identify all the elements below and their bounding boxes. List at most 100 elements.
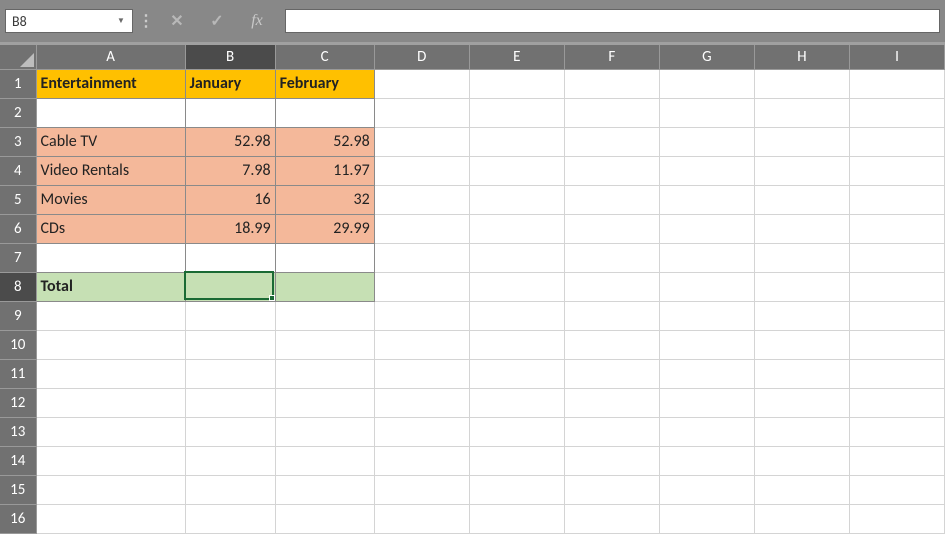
cell-G11[interactable]: [659, 359, 754, 388]
row-header-10[interactable]: 10: [0, 330, 36, 359]
cell-A10[interactable]: [36, 330, 185, 359]
cell-C6[interactable]: 29.99: [275, 214, 374, 243]
cell-C13[interactable]: [275, 417, 374, 446]
cell-H10[interactable]: [754, 330, 849, 359]
cell-H14[interactable]: [754, 446, 849, 475]
row-header-6[interactable]: 6: [0, 214, 36, 243]
cell-F12[interactable]: [564, 388, 659, 417]
cell-I10[interactable]: [849, 330, 944, 359]
cell-D1[interactable]: [374, 69, 469, 98]
cell-F13[interactable]: [564, 417, 659, 446]
row-header-3[interactable]: 3: [0, 127, 36, 156]
col-header-E[interactable]: E: [469, 45, 564, 69]
col-header-F[interactable]: F: [564, 45, 659, 69]
cell-D14[interactable]: [374, 446, 469, 475]
cell-G7[interactable]: [659, 243, 754, 272]
cell-I5[interactable]: [849, 185, 944, 214]
cell-E5[interactable]: [469, 185, 564, 214]
cell-B9[interactable]: [185, 301, 275, 330]
cell-B14[interactable]: [185, 446, 275, 475]
cell-I2[interactable]: [849, 98, 944, 127]
cell-E3[interactable]: [469, 127, 564, 156]
col-header-H[interactable]: H: [754, 45, 849, 69]
cell-G6[interactable]: [659, 214, 754, 243]
cell-H11[interactable]: [754, 359, 849, 388]
cell-C1[interactable]: February: [275, 69, 374, 98]
cell-F7[interactable]: [564, 243, 659, 272]
cell-D15[interactable]: [374, 475, 469, 504]
cell-H3[interactable]: [754, 127, 849, 156]
cell-B6[interactable]: 18.99: [185, 214, 275, 243]
cell-G3[interactable]: [659, 127, 754, 156]
cell-H8[interactable]: [754, 272, 849, 301]
cell-A9[interactable]: [36, 301, 185, 330]
col-header-D[interactable]: D: [374, 45, 469, 69]
cell-F1[interactable]: [564, 69, 659, 98]
cell-C14[interactable]: [275, 446, 374, 475]
cell-H6[interactable]: [754, 214, 849, 243]
cell-B1[interactable]: January: [185, 69, 275, 98]
cell-I1[interactable]: [849, 69, 944, 98]
cell-D16[interactable]: [374, 504, 469, 533]
col-header-A[interactable]: A: [36, 45, 185, 69]
cell-C2[interactable]: [275, 98, 374, 127]
name-box[interactable]: B8 ▼: [5, 9, 133, 33]
col-header-C[interactable]: C: [275, 45, 374, 69]
cell-G1[interactable]: [659, 69, 754, 98]
cell-C4[interactable]: 11.97: [275, 156, 374, 185]
cell-I8[interactable]: [849, 272, 944, 301]
cell-C11[interactable]: [275, 359, 374, 388]
cell-G15[interactable]: [659, 475, 754, 504]
cell-D9[interactable]: [374, 301, 469, 330]
cell-E13[interactable]: [469, 417, 564, 446]
cell-F6[interactable]: [564, 214, 659, 243]
cell-D6[interactable]: [374, 214, 469, 243]
cell-E4[interactable]: [469, 156, 564, 185]
cell-E8[interactable]: [469, 272, 564, 301]
cell-C5[interactable]: 32: [275, 185, 374, 214]
cell-E16[interactable]: [469, 504, 564, 533]
enter-button[interactable]: ✓: [199, 9, 235, 33]
insert-function-button[interactable]: fx: [239, 9, 275, 33]
cell-H2[interactable]: [754, 98, 849, 127]
cell-C7[interactable]: [275, 243, 374, 272]
row-header-14[interactable]: 14: [0, 446, 36, 475]
cell-F8[interactable]: [564, 272, 659, 301]
cell-E1[interactable]: [469, 69, 564, 98]
cell-E10[interactable]: [469, 330, 564, 359]
cell-A7[interactable]: [36, 243, 185, 272]
cell-B8[interactable]: [185, 272, 275, 301]
cell-D11[interactable]: [374, 359, 469, 388]
cell-A2[interactable]: [36, 98, 185, 127]
cell-E2[interactable]: [469, 98, 564, 127]
cell-G5[interactable]: [659, 185, 754, 214]
cell-D10[interactable]: [374, 330, 469, 359]
cell-G8[interactable]: [659, 272, 754, 301]
cell-B13[interactable]: [185, 417, 275, 446]
col-header-G[interactable]: G: [659, 45, 754, 69]
select-all-button[interactable]: [0, 45, 36, 69]
cell-I9[interactable]: [849, 301, 944, 330]
row-header-7[interactable]: 7: [0, 243, 36, 272]
cell-I15[interactable]: [849, 475, 944, 504]
cell-F3[interactable]: [564, 127, 659, 156]
cell-B5[interactable]: 16: [185, 185, 275, 214]
cell-G16[interactable]: [659, 504, 754, 533]
cell-B16[interactable]: [185, 504, 275, 533]
cell-G14[interactable]: [659, 446, 754, 475]
row-header-12[interactable]: 12: [0, 388, 36, 417]
cell-H7[interactable]: [754, 243, 849, 272]
cell-I4[interactable]: [849, 156, 944, 185]
cell-E7[interactable]: [469, 243, 564, 272]
cell-B15[interactable]: [185, 475, 275, 504]
row-header-11[interactable]: 11: [0, 359, 36, 388]
cell-C9[interactable]: [275, 301, 374, 330]
cell-D13[interactable]: [374, 417, 469, 446]
cell-A14[interactable]: [36, 446, 185, 475]
cancel-button[interactable]: ✕: [159, 9, 195, 33]
cell-H15[interactable]: [754, 475, 849, 504]
cell-A5[interactable]: Movies: [36, 185, 185, 214]
cell-D7[interactable]: [374, 243, 469, 272]
cell-C10[interactable]: [275, 330, 374, 359]
cell-F16[interactable]: [564, 504, 659, 533]
